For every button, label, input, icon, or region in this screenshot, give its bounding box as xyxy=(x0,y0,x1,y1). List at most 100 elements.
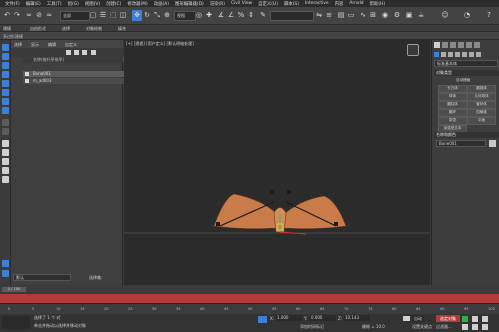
menu-item[interactable]: 视图(V) xyxy=(82,1,103,7)
orbit-icon[interactable] xyxy=(472,324,478,330)
select-all-icon[interactable] xyxy=(2,44,9,51)
eye-icon[interactable] xyxy=(25,72,29,76)
tube-button[interactable]: 管状体 xyxy=(467,101,496,109)
menu-item[interactable]: 组(G) xyxy=(65,1,82,7)
helpers-icon[interactable] xyxy=(462,52,467,57)
select-manipulate-icon[interactable]: ✚ xyxy=(204,10,214,21)
cylinder-button[interactable]: 圆柱体 xyxy=(438,101,467,109)
menu-item[interactable]: 修改器(M) xyxy=(124,1,150,7)
explorer-toggle-icon[interactable] xyxy=(2,260,9,267)
hierarchy-icon[interactable] xyxy=(2,167,9,174)
object-color-swatch[interactable] xyxy=(489,140,496,147)
named-selection-dropdown[interactable] xyxy=(270,11,314,21)
polygon-modeling-label[interactable]: 多边形建模 xyxy=(3,34,23,40)
menu-item[interactable]: 渲染(R) xyxy=(207,1,228,7)
z-field[interactable]: 10.143 xyxy=(344,315,370,321)
layer-toggle-icon[interactable] xyxy=(2,270,9,277)
material-editor-icon[interactable]: ◉ xyxy=(380,10,390,21)
viewport-perspective[interactable]: [+] [透视] [用户定义] [默认明暗处理] xyxy=(124,40,430,290)
cameras-icon[interactable] xyxy=(455,52,460,57)
find-icon[interactable] xyxy=(2,158,9,165)
layer-dropdown[interactable]: 默认 xyxy=(13,274,71,281)
pivot-center-icon[interactable]: ◎ xyxy=(194,10,204,21)
set-key-button[interactable]: 设置关键点 xyxy=(412,324,432,330)
utilities-tab-icon[interactable] xyxy=(474,42,480,48)
menu-item[interactable]: 创建(C) xyxy=(103,1,124,7)
auto-key-button[interactable]: 自动 xyxy=(412,315,424,322)
reference-coord-dropdown[interactable]: 视图 xyxy=(174,11,196,21)
menu-item[interactable]: 编辑(E) xyxy=(23,1,44,7)
create-tab-icon[interactable] xyxy=(434,42,440,48)
bind-space-warp-icon[interactable]: ≈ xyxy=(44,10,54,21)
display-helpers-icon[interactable] xyxy=(2,98,9,105)
redo-icon[interactable]: ↷ xyxy=(12,10,22,21)
add-time-tag[interactable]: 添加时间标记 xyxy=(300,324,324,330)
spinner-snap-icon[interactable]: ⇕ xyxy=(246,10,256,21)
lights-icon[interactable] xyxy=(448,52,453,57)
rect-selection-icon[interactable]: ⬚ xyxy=(108,10,118,21)
edit-named-selection-icon[interactable]: ✎ xyxy=(258,10,268,21)
play-icon[interactable] xyxy=(462,316,468,322)
undo-icon[interactable]: ↶ xyxy=(2,10,12,21)
display-cameras-icon[interactable] xyxy=(2,89,9,96)
object-name-field[interactable]: Bone001 xyxy=(436,140,486,147)
menu-item[interactable]: 脚本(S) xyxy=(281,1,302,7)
primitive-type-dropdown[interactable]: 标准基本体 xyxy=(434,60,498,67)
schematic-view-icon[interactable]: ⊞ xyxy=(368,10,378,21)
menu-item[interactable]: Arnold xyxy=(346,1,366,6)
cone-button[interactable]: 圆锥体 xyxy=(467,85,496,93)
next-frame-icon[interactable] xyxy=(472,316,478,322)
align-icon[interactable]: ≡ xyxy=(324,10,334,21)
menu-item[interactable]: Interactive xyxy=(302,1,332,6)
select-by-name-icon[interactable]: ☰ xyxy=(98,10,108,21)
list-item[interactable]: m_ad003 xyxy=(23,78,133,84)
teapot-button[interactable]: 茶壶 xyxy=(438,117,467,125)
selection-lock-icon[interactable] xyxy=(258,316,267,323)
container-icon[interactable] xyxy=(2,176,9,183)
tab-edit[interactable]: 编辑 xyxy=(48,42,56,48)
help-icon[interactable]: ? xyxy=(484,10,494,21)
hierarchy-tab-icon[interactable] xyxy=(450,42,456,48)
x-field[interactable]: 1.000 xyxy=(276,315,302,321)
rollout-name-color[interactable]: 名称和颜色 xyxy=(434,132,499,138)
selection-filter-dropdown[interactable]: 全部 xyxy=(60,11,90,21)
scale-icon[interactable]: ⤡ xyxy=(152,10,162,21)
options-icon[interactable] xyxy=(91,50,96,55)
workspace-icon[interactable]: ☺ xyxy=(440,10,450,21)
menu-item[interactable]: Civil View xyxy=(228,1,255,6)
sphere-button[interactable]: 球体 xyxy=(438,93,467,101)
menu-item[interactable]: 工具(T) xyxy=(44,1,65,7)
select-object-icon[interactable]: ▢ xyxy=(88,10,98,21)
curve-editor-icon[interactable]: ∿ xyxy=(358,10,368,21)
sign-in-icon[interactable]: ◔ xyxy=(462,10,472,21)
link-icon[interactable]: ∞ xyxy=(24,10,34,21)
pan-icon[interactable] xyxy=(462,324,468,330)
menu-item[interactable]: 内容 xyxy=(332,1,347,7)
angle-snap-icon[interactable]: ∠ xyxy=(226,10,236,21)
menu-item[interactable]: 文件(F) xyxy=(2,1,23,7)
column-header-name[interactable]: 名称(按升序排序) xyxy=(33,57,64,62)
plane-button[interactable]: 平面 xyxy=(467,117,496,125)
filter-icon[interactable] xyxy=(2,149,9,156)
menu-item[interactable]: 自定义(U) xyxy=(255,1,281,7)
mirror-icon[interactable]: ⇋ xyxy=(314,10,324,21)
spacewarps-icon[interactable] xyxy=(469,52,474,57)
display-groups-icon[interactable] xyxy=(2,119,9,126)
sort-icon[interactable] xyxy=(2,140,9,147)
toggle-ribbon-icon[interactable]: ▭ xyxy=(346,10,356,21)
y-field[interactable]: 0.000 xyxy=(310,315,336,321)
display-geometry-icon[interactable] xyxy=(2,62,9,69)
tab-select[interactable]: 选择 xyxy=(14,42,22,48)
render-production-icon[interactable]: ☕ xyxy=(416,10,426,21)
find-icon[interactable] xyxy=(74,50,79,55)
eye-icon[interactable] xyxy=(25,79,29,83)
rendered-frame-window-icon[interactable]: ▣ xyxy=(404,10,414,21)
percent-snap-icon[interactable]: % xyxy=(236,10,246,21)
motion-tab-icon[interactable] xyxy=(458,42,464,48)
render-setup-icon[interactable]: ⚙ xyxy=(392,10,402,21)
filter-icon[interactable] xyxy=(66,50,71,55)
pyramid-button[interactable]: 四棱锥 xyxy=(467,109,496,117)
zoom-icon[interactable] xyxy=(482,316,488,322)
move-icon[interactable]: ✥ xyxy=(132,10,142,21)
selected-dropdown[interactable]: 选定对象 xyxy=(436,315,460,322)
